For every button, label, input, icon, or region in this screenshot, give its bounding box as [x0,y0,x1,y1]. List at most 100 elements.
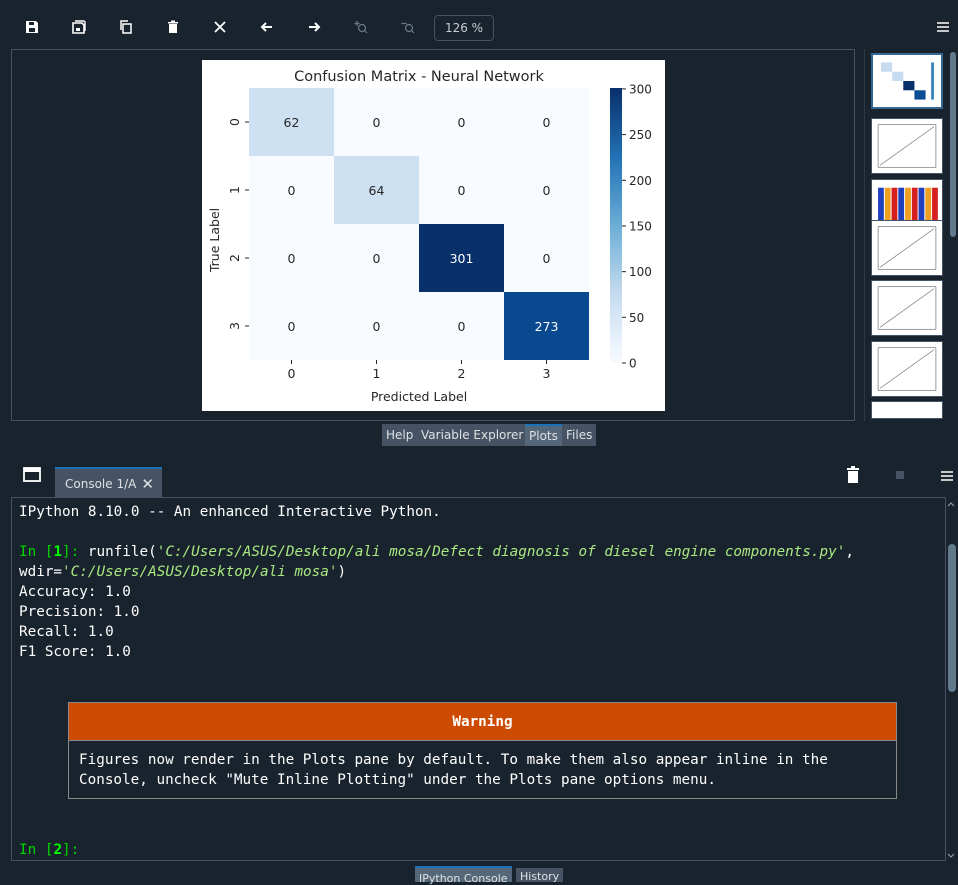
trash-icon[interactable] [845,466,861,484]
hamburger-menu-icon[interactable] [940,468,954,482]
wdir-label: wdir= [19,564,63,580]
prompt-close: ]: [62,544,80,560]
delete-all-icon[interactable] [207,14,233,40]
console-scrollbar-thumb[interactable] [948,544,956,692]
runfile-path: 'C:/Users/ASUS/Desktop/ali mosa/Defect d… [156,544,846,560]
colorbar [610,88,622,363]
y-axis-label: True Label [207,208,222,273]
runfile-separator: , [845,544,854,560]
y-tick-label: 0 [227,118,242,126]
tab-files[interactable]: Files [562,424,597,446]
confusion-matrix-figure: Confusion Matrix - Neural Network Predic… [202,60,665,411]
warning-box: Warning Figures now render in the Plots … [68,702,897,799]
y-tick-label: 1 [227,186,242,194]
console-output[interactable]: IPython 8.10.0 -- An enhanced Interactiv… [11,497,946,861]
thumbnail-plot-6[interactable] [871,341,943,397]
colorbar-tick-label: 200 [629,174,652,188]
colorbar-ticks: 0 50 100 150 200 250 300 [622,82,652,371]
prompt-close: ]: [62,842,80,858]
cell-value-label: 273 [535,319,559,334]
console-pane-tabs: IPython Console History [0,865,958,885]
cell-value-label: 301 [450,251,474,266]
x-axis-label: Predicted Label [371,389,467,404]
console-tab[interactable]: Console 1/A ✕ [55,467,162,498]
output-accuracy: Accuracy: 1.0 [19,584,131,600]
thumbnail-scrollbar[interactable] [950,52,956,237]
ipython-banner: IPython 8.10.0 -- An enhanced Interactiv… [19,504,441,520]
previous-arrow-icon[interactable] [254,14,280,40]
y-tick-label: 3 [227,322,242,330]
next-arrow-icon[interactable] [301,14,327,40]
y-tick-label: 2 [227,254,242,262]
colorbar-tick-label: 250 [629,128,652,142]
cell-value-label: 0 [458,183,466,198]
cell-value-label: 0 [373,319,381,334]
colorbar-tick-label: 150 [629,219,652,233]
tab-help[interactable]: Help [382,424,418,446]
zoom-in-icon[interactable] [348,14,374,40]
window-icon[interactable] [22,466,42,484]
console-header: Console 1/A ✕ [0,452,958,498]
colorbar-tick-label: 0 [629,357,637,371]
input-line-2[interactable]: In [2]: [19,840,79,860]
input-line-1-cont: wdir='C:/Users/ASUS/Desktop/ali mosa') [19,562,346,582]
plot-viewer[interactable]: Confusion Matrix - Neural Network Predic… [11,49,855,421]
x-tick-label: 1 [373,366,381,381]
input-line-1: In [1]: runfile('C:/Users/ASUS/Desktop/a… [19,542,854,562]
y-tick-labels: 0 1 2 3 [227,118,249,330]
chart-title: Confusion Matrix - Neural Network [294,69,544,85]
zoom-level-field[interactable]: 126 % [434,15,494,41]
warning-text: Figures now render in the Plots pane by … [79,752,828,788]
zoom-out-icon[interactable] [395,14,421,40]
cell-value-label: 0 [543,115,551,130]
delete-icon[interactable] [160,14,186,40]
x-tick-label: 3 [543,366,551,381]
plot-thumbnails [864,49,948,421]
plots-toolbar: 126 % [0,0,958,50]
cell-value-label: 0 [373,115,381,130]
thumbnail-plot-4[interactable] [871,220,943,276]
cell-value-label: 0 [543,251,551,266]
save-all-icon[interactable] [66,14,92,40]
cell-value-label: 62 [284,115,300,130]
x-tick-label: 2 [458,366,466,381]
colorbar-tick-label: 50 [629,311,644,325]
cell-value-label: 0 [543,183,551,198]
console-tab-label: Console 1/A [65,476,137,491]
x-tick-labels: 0 1 2 3 [288,360,551,381]
thumbnail-confusion-matrix[interactable] [871,53,943,109]
stop-icon[interactable] [896,471,904,479]
cell-value-label: 0 [288,319,296,334]
tab-plots[interactable]: Plots [525,424,562,446]
cell-value-label: 0 [458,115,466,130]
x-tick-label: 0 [288,366,296,381]
plots-pane-tabs: Help Variable Explorer Plots Files [0,423,958,448]
prompt-in: In [ [19,544,54,560]
runfile-command: runfile( [79,544,157,560]
output-recall: Recall: 1.0 [19,624,114,640]
warning-title: Warning [69,703,896,741]
plots-pane: 126 % Confusion Matrix - Neural Network … [0,0,958,448]
heatmap-cells: 62 0 0 0 0 64 0 0 0 0 301 0 0 0 0 273 [249,88,589,360]
cell-value-label: 0 [288,183,296,198]
colorbar-tick-label: 300 [629,82,652,96]
tab-variable-explorer[interactable]: Variable Explorer [417,424,528,446]
thumbnail-plot-2[interactable] [871,118,943,174]
cell-value-label: 0 [373,251,381,266]
save-icon[interactable] [19,14,45,40]
hamburger-menu-icon[interactable] [934,18,952,36]
wdir-path: 'C:/Users/ASUS/Desktop/ali mosa' [62,564,338,580]
thumbnail-plot-7[interactable] [871,401,943,419]
colorbar-tick-label: 100 [629,265,652,279]
cell-value-label: 0 [458,319,466,334]
cell-value-label: 64 [369,183,385,198]
output-f1-score: F1 Score: 1.0 [19,644,131,660]
thumbnail-plot-5[interactable] [871,280,943,336]
prompt-number: 2 [53,842,63,858]
output-precision: Precision: 1.0 [19,604,140,620]
copy-icon[interactable] [113,14,139,40]
close-icon[interactable]: ✕ [141,475,154,493]
prompt-number: 1 [53,544,63,560]
cell-value-label: 0 [288,251,296,266]
runfile-end: ) [337,564,347,580]
